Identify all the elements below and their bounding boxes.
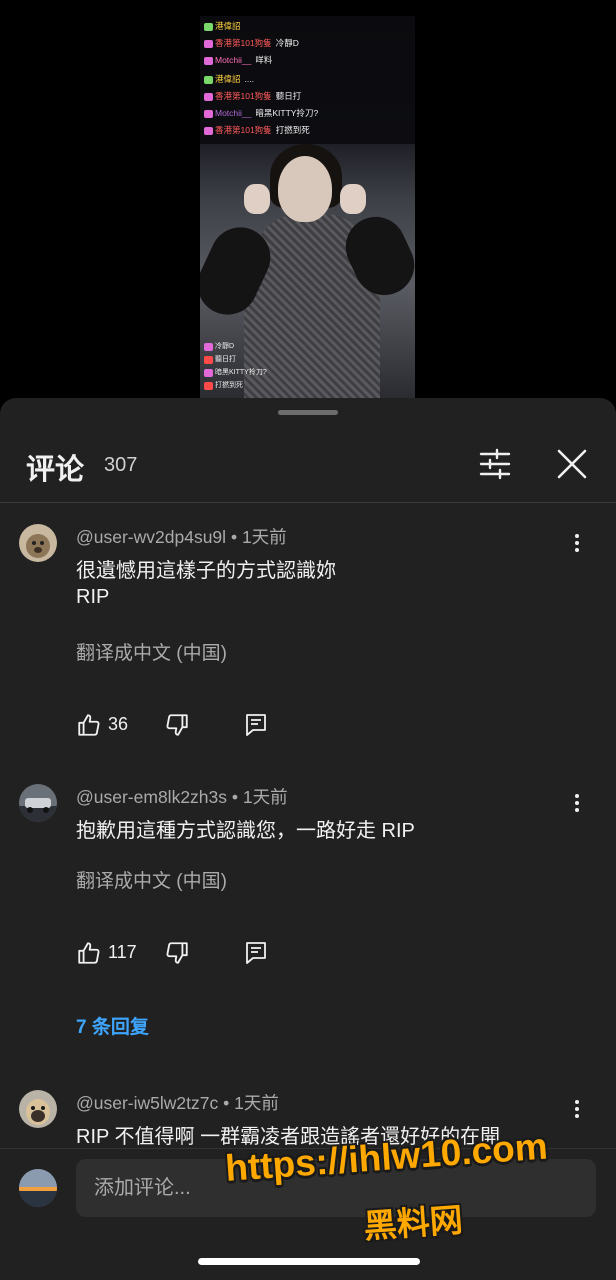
- chat-user: 香港第101狗隻: [215, 125, 272, 135]
- chat-overlay-bottom: 冷靜D 聽日打 暗黑KITTY拎刀? 打撚到死: [200, 340, 415, 400]
- chat-line: 冷靜D: [204, 340, 234, 353]
- chat-message: 暗黑KITTY拎刀?: [255, 108, 319, 118]
- badge-icon: [204, 56, 213, 65]
- chat-message: 冷靜D: [275, 38, 299, 48]
- comment-thread: @user-wv2dp4su9l • 1天前 很遺憾用這樣子的方式認識妳 RIP…: [0, 524, 616, 744]
- chat-line: Motchii__ 暗黑KITTY拎刀?: [204, 107, 318, 120]
- chat-user: 香港第101狗隻: [215, 91, 272, 101]
- chat-message: ....: [244, 74, 254, 84]
- chat-message: 暗黑KITTY拎刀?: [215, 369, 267, 376]
- more-options-icon[interactable]: [566, 1098, 588, 1120]
- chat-message: 冷靜D: [215, 343, 235, 350]
- comment-text: 很遺憾用這樣子的方式認識妳: [76, 560, 336, 582]
- badge-icon: [204, 22, 213, 31]
- comment-text: RIP: [76, 586, 110, 608]
- chat-message: 打撚到死: [275, 125, 310, 135]
- chat-user: Motchii__: [215, 108, 252, 118]
- reply-icon[interactable]: [244, 940, 268, 966]
- avatar[interactable]: [19, 784, 57, 822]
- header-divider: [0, 502, 616, 503]
- chat-line: 打撚到死: [204, 379, 243, 392]
- reply-icon[interactable]: [244, 712, 268, 738]
- view-replies-link[interactable]: 7 条回复: [76, 1012, 149, 1039]
- current-user-avatar[interactable]: [19, 1169, 57, 1207]
- chat-user: 港偉詔: [215, 74, 241, 84]
- chat-line: 香港第101狗隻 冷靜D: [204, 37, 299, 50]
- chat-message: 聽日打: [275, 91, 302, 101]
- chat-user: Motchii__: [215, 55, 252, 65]
- avatar[interactable]: [19, 524, 57, 562]
- chat-line: 暗黑KITTY拎刀?: [204, 366, 267, 379]
- home-indicator[interactable]: [198, 1258, 420, 1265]
- chat-line: 香港第101狗隻 聽日打: [204, 90, 301, 103]
- comment-author[interactable]: @user-em8lk2zh3s: [76, 787, 227, 807]
- video-frame: 港偉詔 香港第101狗隻 冷靜D Motchii__ 咩料 港偉詔 .... 香…: [200, 16, 415, 400]
- video-subject-hand-right: [340, 184, 366, 214]
- comment-author[interactable]: @user-iw5lw2tz7c: [76, 1093, 218, 1113]
- badge-icon: [204, 355, 213, 364]
- comment-time: 1天前: [234, 1093, 279, 1113]
- badge-icon: [204, 39, 213, 48]
- drag-handle[interactable]: [278, 410, 338, 415]
- video-player[interactable]: 港偉詔 香港第101狗隻 冷靜D Motchii__ 咩料 港偉詔 .... 香…: [0, 0, 616, 400]
- chat-line: Motchii__ 咩料: [204, 54, 272, 67]
- like-count: 117: [108, 942, 137, 962]
- close-icon[interactable]: [554, 446, 590, 482]
- comment-actions: 36: [76, 712, 276, 742]
- comments-header: 评论 307: [0, 428, 616, 500]
- live-chat-overlay: 港偉詔 香港第101狗隻 冷靜D Motchii__ 咩料 港偉詔 .... 香…: [200, 16, 415, 144]
- chat-line: 聽日打: [204, 353, 236, 366]
- comment-time: 1天前: [242, 787, 288, 807]
- comment-meta: @user-iw5lw2tz7c • 1天前: [76, 1090, 279, 1115]
- chat-line: 港偉詔 ....: [204, 73, 254, 86]
- translate-link[interactable]: 翻译成中文 (中国): [76, 638, 227, 665]
- badge-icon: [204, 342, 213, 351]
- chat-message: 聽日打: [215, 356, 236, 363]
- chat-user: 港偉詔: [215, 21, 241, 31]
- thumb-down-icon[interactable]: [164, 712, 190, 738]
- video-subject-hand-left: [244, 184, 270, 214]
- comment-thread: @user-em8lk2zh3s • 1天前 抱歉用這種方式認識您，一路好走 R…: [0, 784, 616, 1044]
- meta-separator: •: [223, 1093, 235, 1113]
- chat-line: 港偉詔: [204, 20, 245, 33]
- avatar[interactable]: [19, 1090, 57, 1128]
- tune-icon[interactable]: [478, 448, 512, 480]
- comment-author[interactable]: @user-wv2dp4su9l: [76, 527, 226, 547]
- comments-count: 307: [104, 454, 138, 476]
- more-options-icon[interactable]: [566, 792, 588, 814]
- badge-icon: [204, 75, 213, 84]
- chat-message: 咩料: [255, 55, 273, 65]
- more-options-icon[interactable]: [566, 532, 588, 554]
- translate-link[interactable]: 翻译成中文 (中国): [76, 866, 227, 893]
- chat-line: 香港第101狗隻 打撚到死: [204, 124, 310, 137]
- comments-title: 评论: [26, 454, 85, 486]
- meta-separator: •: [231, 787, 243, 807]
- comment-text: 抱歉用這種方式認識您，一路好走 RIP: [76, 820, 415, 842]
- thumb-down-icon[interactable]: [164, 940, 190, 966]
- chat-user: 香港第101狗隻: [215, 38, 272, 48]
- chat-message: 打撚到死: [215, 382, 243, 389]
- badge-icon: [204, 126, 213, 135]
- meta-separator: •: [230, 527, 242, 547]
- comment-time: 1天前: [241, 527, 287, 547]
- comment-meta: @user-wv2dp4su9l • 1天前: [76, 524, 287, 549]
- comment-actions: 117: [76, 940, 276, 970]
- comment-meta: @user-em8lk2zh3s • 1天前: [76, 784, 288, 809]
- thumb-up-icon[interactable]: [76, 940, 102, 966]
- badge-icon: [204, 109, 213, 118]
- badge-icon: [204, 92, 213, 101]
- like-count: 36: [108, 714, 129, 734]
- video-subject-face: [278, 156, 332, 222]
- badge-icon: [204, 381, 213, 390]
- watermark-name: 黑料网: [362, 1201, 464, 1245]
- thumb-up-icon[interactable]: [76, 712, 102, 738]
- badge-icon: [204, 368, 213, 377]
